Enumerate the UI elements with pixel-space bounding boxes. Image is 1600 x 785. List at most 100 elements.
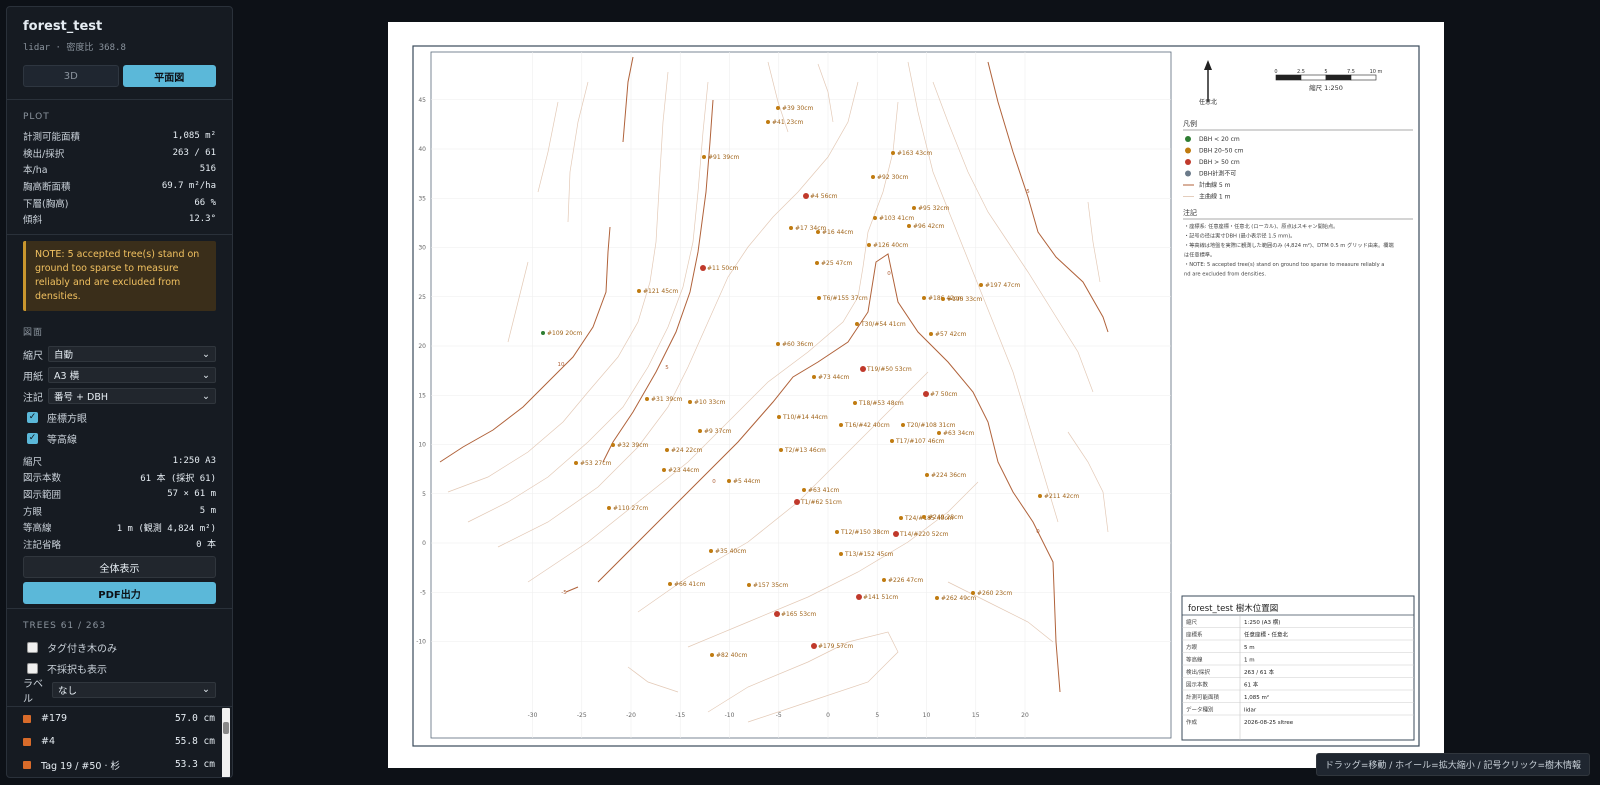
legend-swatch xyxy=(1185,159,1191,165)
paper-select[interactable]: A3 横 ⌄ xyxy=(48,367,216,384)
minor-contour xyxy=(707,631,899,723)
contour-checkbox[interactable]: ✓ xyxy=(27,432,38,444)
tree-marker xyxy=(890,439,894,443)
tree-label: #96 42cm xyxy=(913,223,945,230)
label-select[interactable]: なし ⌄ xyxy=(52,681,216,698)
tree-marker xyxy=(912,206,916,210)
grid-checkbox-label: 座標方眼 xyxy=(47,413,87,425)
plot-stat-key: 胸高断面積 xyxy=(23,182,71,194)
tree-label: #10 33cm xyxy=(694,399,726,406)
minor-contour xyxy=(1067,431,1109,533)
grid-checkbox[interactable]: ✓ xyxy=(27,411,38,423)
plan-map[interactable]: 10 5 0 -5 0 5 0 -30 -25 -20 -15 -10 -5 0 5 10 15 20 45 40 3… xyxy=(388,22,1444,768)
tree-label: #126 40cm xyxy=(873,242,908,249)
show-rejected-checkbox[interactable] xyxy=(27,663,38,675)
tree-marker xyxy=(574,461,578,465)
plot-stat-value: 263 / 61 xyxy=(172,147,216,158)
x-tick-label: -30 xyxy=(528,712,538,719)
tree-label: #260 23cm xyxy=(977,590,1012,597)
tree-marker xyxy=(922,515,926,519)
major-contour xyxy=(439,226,611,463)
annotation-row: 注記 番号 + DBH ⌄ xyxy=(7,386,232,407)
title-block-value: 61 本 xyxy=(1244,681,1259,689)
minor-contour xyxy=(637,371,929,613)
tree-dbh: 57.0 cm xyxy=(174,713,215,724)
drawing-stat-key: 注記省略 xyxy=(23,539,62,551)
scale-select[interactable]: 自動 ⌄ xyxy=(48,346,216,363)
annotation-select[interactable]: 番号 + DBH ⌄ xyxy=(48,388,216,405)
x-tick-label: -5 xyxy=(776,712,782,719)
plot-stat-row: 本/ha 516 xyxy=(7,161,232,178)
plot-section-title: PLOT xyxy=(23,112,50,122)
tagged-only-checkbox[interactable] xyxy=(27,642,38,654)
tree-marker xyxy=(937,431,941,435)
tree-dbh: 55.8 cm xyxy=(174,736,215,747)
x-tick-label: -20 xyxy=(626,712,636,719)
drawing-stat-key: 方眼 xyxy=(23,506,43,518)
axis-ticks: -30 -25 -20 -15 -10 -5 0 5 10 15 20 45 40 35 30 25 20 15 1… xyxy=(416,97,1029,719)
tree-label: #41 23cm xyxy=(772,119,804,126)
drawing-stat-key: 等高線 xyxy=(23,523,52,535)
tree-marker xyxy=(1038,494,1042,498)
tree-marker xyxy=(817,296,821,300)
paper-row: 用紙 A3 横 ⌄ xyxy=(7,365,232,386)
view-3d-button[interactable]: 3D xyxy=(23,65,119,87)
note-line: ・座標系: 任意座標・任意北 (ローカル)、原点はスキャン開始点。 xyxy=(1184,222,1338,230)
tree-list-item[interactable]: #4 55.8 cm xyxy=(11,730,227,753)
tree-marker xyxy=(971,591,975,595)
tree-marker xyxy=(816,230,820,234)
contour-label: 5 xyxy=(1026,189,1030,195)
legend-swatch xyxy=(1185,136,1191,142)
tree-label: #39 30cm xyxy=(782,105,814,112)
tree-list: #179 57.0 cm #4 55.8 cm Tag 19 / #50 · 杉 53.3… xyxy=(11,707,227,776)
minor-contour xyxy=(507,261,529,343)
title-block-value: 任意座標・任意北 xyxy=(1244,631,1289,639)
drawing-stat-value: 57 × 61 m xyxy=(167,489,216,500)
tree-list-scrollbar[interactable] xyxy=(222,708,230,777)
tree-marker xyxy=(853,401,857,405)
tree-marker xyxy=(839,423,843,427)
title-block-key: 縮尺 xyxy=(1186,618,1198,626)
x-tick-label: -25 xyxy=(577,712,587,719)
map-sheet[interactable]: 10 5 0 -5 0 5 0 -30 -25 -20 -15 -10 -5 0 5 10 15 20 45 40 3… xyxy=(388,22,1444,768)
tree-label: #9 37cm xyxy=(704,428,732,435)
tree-label: #4 56cm xyxy=(810,193,838,200)
title-block-key: 作成 xyxy=(1186,718,1198,726)
x-tick-label: -10 xyxy=(725,712,735,719)
tree-label: #110 27cm xyxy=(613,505,648,512)
tree-label: #63 34cm xyxy=(943,430,975,437)
tree-marker xyxy=(893,531,899,537)
plot-stat-value: 12.3° xyxy=(188,214,216,225)
title-block-key: 等高線 xyxy=(1186,656,1203,664)
tree-marker xyxy=(815,261,819,265)
minor-contour xyxy=(907,61,1059,523)
tree-marker xyxy=(899,516,903,520)
tree-marker xyxy=(839,552,843,556)
tree-label: #25 47cm xyxy=(821,260,853,267)
fit-view-button[interactable]: 全体表示 xyxy=(23,556,216,579)
minor-contour xyxy=(567,81,589,223)
title-block-key: 検出/採択 xyxy=(1186,668,1210,676)
grid-checkbox-row[interactable]: ✓ 座標方眼 xyxy=(7,407,232,428)
tagged-only-row[interactable]: タグ付き木のみ xyxy=(7,637,232,658)
tree-marker xyxy=(776,342,780,346)
drawing-stat-row: 図示本数 61 本 (採択 61) xyxy=(7,469,232,486)
tree-label: #73 44cm xyxy=(818,374,850,381)
y-tick-label: -10 xyxy=(416,639,426,646)
contour-label: -5 xyxy=(561,590,567,596)
tree-list-item[interactable]: Tag 19 / #50 · 杉 53.3 cm xyxy=(11,753,227,776)
pdf-export-button[interactable]: PDF出力 xyxy=(23,582,216,605)
tree-marker xyxy=(935,596,939,600)
view-plan-button[interactable]: 平面図 xyxy=(122,65,216,87)
chevron-down-icon: ⌄ xyxy=(202,348,210,360)
contour-checkbox-row[interactable]: ✓ 等高線 xyxy=(7,428,232,449)
scale-bar-segment xyxy=(1350,74,1377,81)
title-block-value: 1 m xyxy=(1244,658,1255,664)
plot-stat-value: 69.7 m²/ha xyxy=(161,181,216,192)
tree-label: #226 47cm xyxy=(888,577,923,584)
tree-label: T30/#54 41cm xyxy=(860,321,906,328)
tree-list-item[interactable]: #179 57.0 cm xyxy=(11,707,227,730)
legend-entry: DBH < 20 cm xyxy=(1199,136,1240,143)
control-sidebar: forest_test lidar · 密度比 368.8 3D 平面図 PLO… xyxy=(6,6,233,778)
contour-label: 0 xyxy=(1036,529,1040,535)
